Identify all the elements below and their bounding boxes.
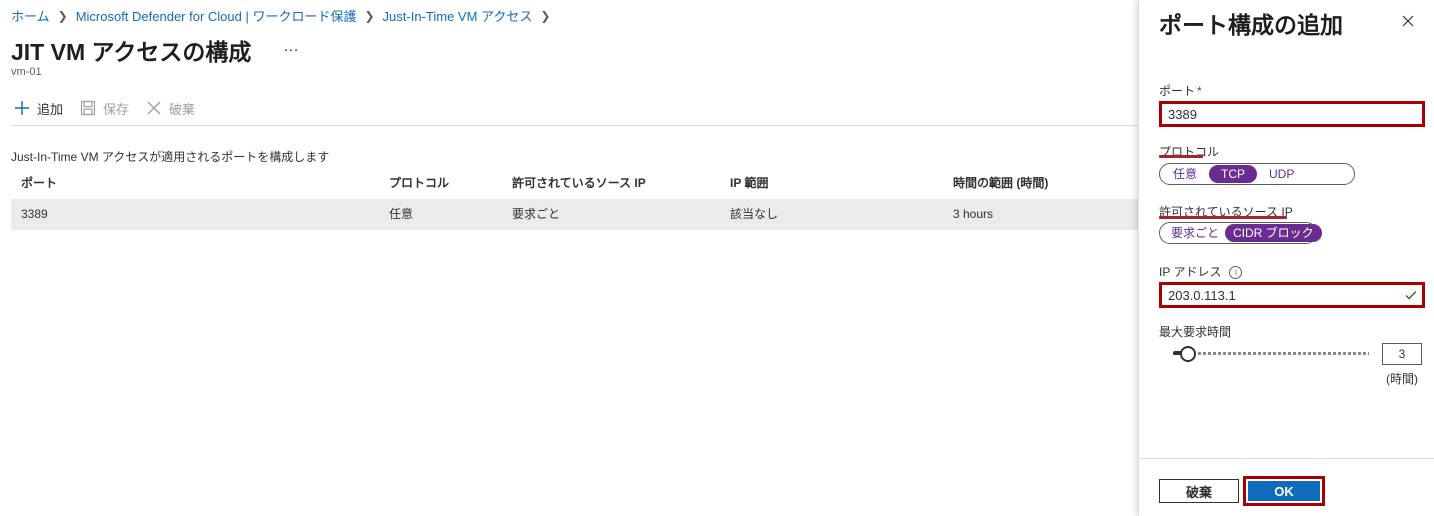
page-title: JIT VM アクセスの構成 [11,39,252,65]
protocol-option-tcp[interactable]: TCP [1209,165,1258,183]
column-header-ip-range[interactable]: IP 範囲 [730,172,768,194]
panel-discard-button[interactable]: 破棄 [1159,479,1239,503]
port-label: ポート * [1159,82,1202,99]
protocol-label-underline [1159,155,1203,158]
column-header-port[interactable]: ポート [21,172,57,194]
ip-address-label-text: IP アドレス [1159,265,1222,279]
save-button[interactable]: 保存 [77,97,129,119]
chevron-right-icon: ❯ [57,8,68,23]
port-input[interactable]: 3389 [1159,101,1425,127]
chevron-right-icon: ❯ [540,8,551,23]
column-header-protocol[interactable]: プロトコル [389,172,449,194]
breadcrumb-jit[interactable]: Just-In-Time VM アクセス [383,6,533,25]
discard-button[interactable]: 破棄 [143,97,195,119]
add-button[interactable]: 追加 [11,97,63,119]
chevron-right-icon: ❯ [364,8,375,23]
panel-title: ポート構成の追加 [1159,12,1343,38]
max-time-value-input[interactable]: 3 [1382,343,1422,365]
table-header: ポート プロトコル 許可されているソース IP IP 範囲 時間の範囲 (時間) [11,172,1138,194]
source-option-cidr[interactable]: CIDR ブロック [1225,224,1322,242]
breadcrumb-home[interactable]: ホーム [11,6,50,25]
close-icon [1402,15,1414,27]
toolbar: 追加 保存 破棄 [11,96,209,120]
max-time-unit: (時間) [1386,372,1418,386]
max-time-slider-track [1173,352,1369,355]
main-area: ホーム ❯ Microsoft Defender for Cloud | ワーク… [0,0,1138,516]
add-port-panel: ポート構成の追加 ポート * 3389 プロトコル 任意 TCP UDP 許可され… [1138,0,1434,516]
column-header-time-range[interactable]: 時間の範囲 (時間) [953,172,1048,194]
divider [11,125,1138,126]
table-row[interactable]: 3389 任意 要求ごと 該当なし 3 hours [11,199,1138,230]
save-icon [77,97,99,119]
protocol-option-any[interactable]: 任意 [1161,165,1209,183]
page-subtitle: vm-01 [11,66,42,78]
max-time-label: 最大要求時間 [1159,325,1232,339]
column-header-source-ip[interactable]: 許可されているソース IP [512,172,646,194]
ip-address-label: IP アドレス i [1159,263,1243,280]
panel-footer-divider [1139,458,1434,459]
close-panel-button[interactable] [1397,10,1419,32]
cell-ip-range: 該当なし [730,207,779,221]
protocol-option-udp[interactable]: UDP [1257,165,1306,183]
ok-button[interactable]: OK [1248,481,1320,501]
checkmark-icon [1405,291,1417,300]
source-option-per-request[interactable]: 要求ごと [1161,224,1225,242]
ok-button-highlight: OK [1243,476,1325,506]
breadcrumb: ホーム ❯ Microsoft Defender for Cloud | ワーク… [11,6,558,25]
source-ip-selector: 要求ごと CIDR ブロック [1159,222,1322,244]
port-label-text: ポート [1159,84,1196,98]
plus-icon [11,97,33,119]
info-icon[interactable]: i [1229,266,1243,280]
add-button-label: 追加 [37,101,64,117]
ip-address-input[interactable]: 203.0.113.1 [1159,282,1425,308]
max-time-slider-thumb[interactable] [1180,346,1196,362]
table-caption: Just-In-Time VM アクセスが適用されるポートを構成します [11,150,330,164]
cell-protocol: 任意 [389,207,414,221]
cell-time-range: 3 hours [953,207,994,221]
source-ip-label-underline [1159,216,1287,219]
cell-source-ip: 要求ごと [512,207,561,221]
close-icon [143,97,165,119]
breadcrumb-defender[interactable]: Microsoft Defender for Cloud | ワークロード保護 [76,6,357,25]
save-button-label: 保存 [103,101,130,117]
more-options-icon[interactable]: … [283,38,300,56]
required-mark: * [1197,84,1202,98]
ip-address-value: 203.0.113.1 [1168,287,1236,303]
discard-button-label: 破棄 [169,101,196,117]
cell-port: 3389 [21,207,48,221]
protocol-selector: 任意 TCP UDP [1159,163,1355,185]
